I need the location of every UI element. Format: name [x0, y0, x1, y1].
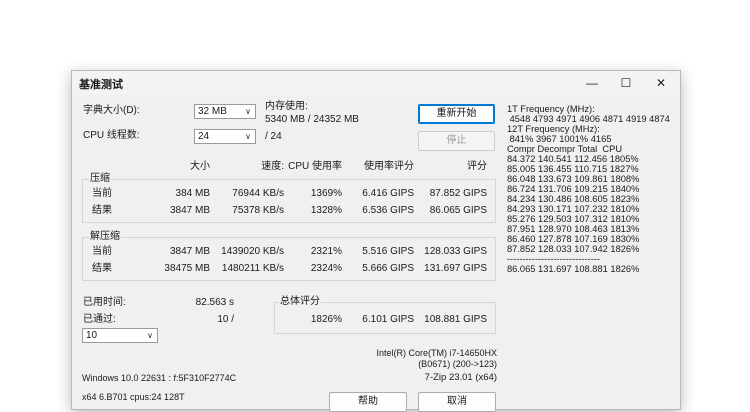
total-rating: 6.101 GIPS	[362, 314, 414, 325]
threads-total: / 24	[265, 131, 282, 142]
dict-size-label: 字典大小(D):	[83, 105, 140, 116]
compress-result-rating: 6.536 GIPS	[362, 205, 414, 216]
chevron-down-icon: ∨	[147, 331, 153, 340]
log-line: 86.460 127.878 107.169 1830%	[507, 234, 640, 244]
os-info: Windows 10.0 22631 : f:5F310F2774C	[82, 373, 237, 383]
decompress-current-size: 3847 MB	[169, 246, 210, 257]
passes-select[interactable]: 10 ∨	[82, 328, 158, 343]
log-line: 84.234 130.486 108.605 1823%	[507, 194, 640, 204]
decompress-result-speed: 1480211 KB/s	[221, 263, 284, 274]
log-line: 86.048 133.673 109.861 1808%	[507, 174, 640, 184]
log-line: Compr Decompr Total CPU	[507, 144, 623, 154]
total-cpu: 1826%	[310, 314, 342, 325]
compress-result-label: 结果	[92, 205, 112, 216]
compress-result-speed: 75378 KB/s	[232, 205, 284, 216]
close-icon: ✕	[655, 76, 667, 90]
passes-label: 已通过:	[83, 314, 116, 325]
threads-value: 24	[198, 131, 210, 142]
log-line: 841% 3967 1001% 4165	[507, 134, 612, 144]
decompress-current-label: 当前	[92, 246, 112, 257]
version-info: 7-Zip 23.01 (x64)	[424, 372, 497, 383]
threads-select[interactable]: 24 ∨	[194, 129, 256, 144]
cpu-model-line2: (B0671) (200->123)	[418, 359, 497, 369]
header-rating: 使用率评分	[364, 161, 414, 172]
log-line: 1T Frequency (MHz):	[507, 104, 595, 114]
log-line: 87.852 128.033 107.942 1826%	[507, 244, 640, 254]
memory-label: 内存使用:	[265, 101, 308, 112]
decompress-current-cpu: 2321%	[310, 246, 342, 257]
log-line: 85.276 129.503 107.312 1810%	[507, 214, 640, 224]
log-line: 84.372 140.541 112.456 1805%	[507, 154, 639, 164]
decompress-current-rating: 5.516 GIPS	[362, 246, 414, 257]
compress-label: 压缩	[89, 173, 111, 185]
total-rating-label: 总体评分	[279, 296, 321, 308]
minimize-button[interactable]: —	[575, 71, 609, 95]
log-line: 12T Frequency (MHz):	[507, 124, 600, 134]
decompress-result-size: 38475 MB	[164, 263, 210, 274]
header-cpu: CPU 使用率	[288, 161, 342, 172]
passes-value: 10 /	[217, 314, 234, 325]
decompress-result-rating: 5.666 GIPS	[362, 263, 414, 274]
passes-select-value: 10	[86, 330, 98, 341]
compress-current-size: 384 MB	[175, 188, 210, 199]
benchmark-window: 基准测试 — ☐ ✕ 字典大小(D): 32 MB ∨ CPU 线程数: 24 …	[71, 70, 681, 412]
log-line: 86.724 131.706 109.215 1840%	[507, 184, 640, 194]
log-line: ------------------------------	[507, 254, 600, 264]
compress-result-cpu: 1328%	[310, 205, 342, 216]
log-line: 84.293 130.171 107.232 1810%	[507, 204, 640, 214]
compress-current-rating: 6.416 GIPS	[362, 188, 414, 199]
maximize-button[interactable]: ☐	[609, 71, 643, 95]
chevron-down-icon: ∨	[245, 107, 251, 116]
minimize-icon: —	[586, 76, 598, 90]
threads-label: CPU 线程数:	[83, 130, 140, 141]
decompress-result-score: 131.697 GIPS	[424, 263, 487, 274]
log-line: 85.005 136.455 110.715 1827%	[507, 164, 639, 174]
compress-result-size: 3847 MB	[169, 205, 210, 216]
compress-current-score: 87.852 GIPS	[429, 188, 487, 199]
decompress-current-speed: 1439020 KB/s	[221, 246, 284, 257]
close-button[interactable]: ✕	[644, 71, 678, 95]
help-button[interactable]: 帮助	[329, 392, 407, 412]
chevron-down-icon: ∨	[245, 132, 251, 141]
decompress-label: 解压缩	[89, 231, 121, 243]
decompress-result-cpu: 2324%	[310, 263, 342, 274]
memory-value: 5340 MB / 24352 MB	[265, 114, 359, 125]
restart-button[interactable]: 重新开始	[418, 104, 495, 124]
window-title: 基准测试	[79, 79, 123, 91]
header-speed: 速度:	[261, 161, 284, 172]
title-bar[interactable]: 基准测试 — ☐ ✕	[72, 71, 680, 95]
dict-size-value: 32 MB	[198, 106, 227, 117]
arch-info: x64 6.B701 cpus:24 128T	[82, 392, 185, 402]
elapsed-label: 已用时间:	[83, 297, 126, 308]
frequency-log: 1T Frequency (MHz): 4548 4793 4971 4906 …	[507, 104, 670, 274]
decompress-current-score: 128.033 GIPS	[424, 246, 487, 257]
dict-size-select[interactable]: 32 MB ∨	[194, 104, 256, 119]
elapsed-value: 82.563 s	[195, 297, 234, 308]
compress-result-score: 86.065 GIPS	[429, 205, 487, 216]
compress-current-cpu: 1369%	[310, 188, 342, 199]
header-size: 大小	[190, 161, 210, 172]
total-score: 108.881 GIPS	[424, 314, 487, 325]
compress-current-speed: 76944 KB/s	[232, 188, 284, 199]
log-line: 87.951 128.970 108.463 1813%	[507, 224, 640, 234]
log-line: 4548 4793 4971 4906 4871 4919 4874	[507, 114, 670, 124]
compress-current-label: 当前	[92, 188, 112, 199]
stop-button[interactable]: 停止	[418, 131, 495, 151]
header-score: 评分	[467, 161, 487, 172]
log-line: 86.065 131.697 108.881 1826%	[507, 264, 640, 274]
maximize-icon: ☐	[620, 76, 632, 90]
cancel-button[interactable]: 取消	[418, 392, 496, 412]
decompress-result-label: 结果	[92, 263, 112, 274]
